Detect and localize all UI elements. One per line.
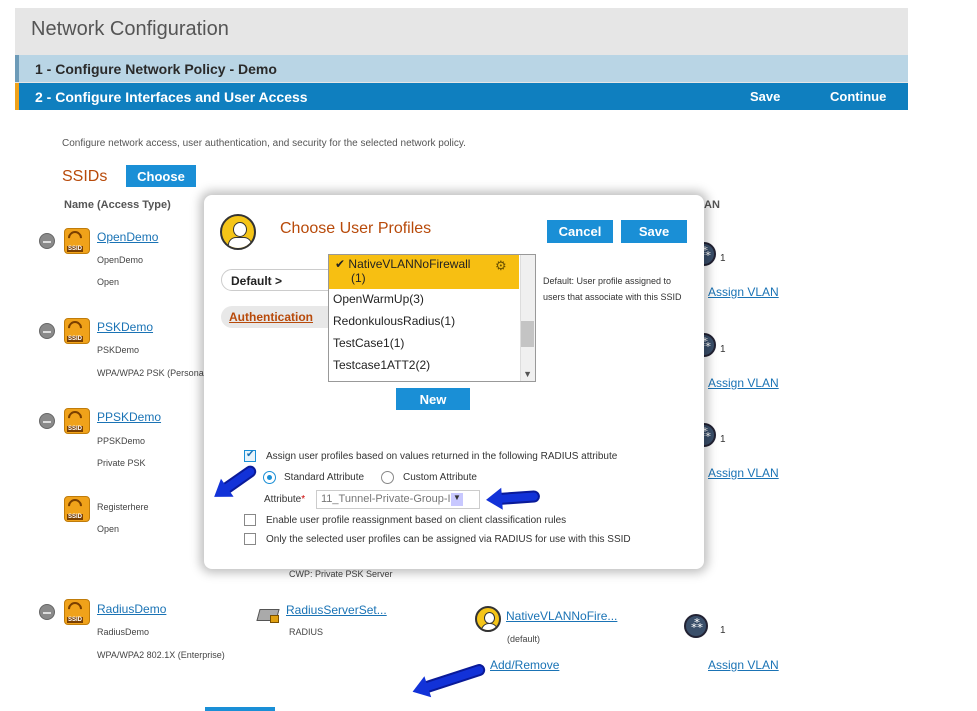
page-title: Network Configuration [31, 18, 229, 40]
save-button[interactable]: Save [621, 220, 687, 243]
standard-attribute-radio[interactable] [263, 471, 276, 484]
user-profile-link[interactable]: NativeVLANNoFire... [506, 609, 617, 623]
assign-vlan-link[interactable]: Assign VLAN [708, 658, 779, 672]
add-remove-link[interactable]: Add/Remove [490, 658, 559, 672]
column-header-name: Name (Access Type) [64, 199, 171, 211]
radius-attribute-checkbox[interactable] [244, 449, 256, 462]
assign-vlan-link[interactable]: Assign VLAN [708, 285, 779, 299]
radius-server-icon [256, 603, 282, 625]
row-select-radiusdemo[interactable] [39, 604, 55, 620]
row-select-ppskdemo[interactable] [39, 413, 55, 429]
step-1-header[interactable]: 1 - Configure Network Policy - Demo [15, 55, 908, 82]
ssid-link-pskdemo[interactable]: PSKDemo [97, 320, 153, 334]
only-selected-label: Only the selected user profiles can be a… [266, 534, 631, 545]
custom-attribute-radio[interactable] [381, 471, 394, 484]
ssid-access-type: Open [97, 277, 120, 287]
ssid-link-opendemo[interactable]: OpenDemo [97, 230, 158, 244]
default-profile-note: Default: User profile assigned to users … [543, 276, 682, 302]
user-profile-list[interactable]: ✔ NativeVLANNoFirewall (1) ⚙ OpenWarmUp(… [328, 254, 536, 382]
user-profile-icon [220, 214, 256, 250]
continue-link[interactable]: Continue [830, 89, 886, 104]
profile-default-label: (default) [507, 634, 541, 644]
chevron-down-icon[interactable]: ▼ [451, 493, 463, 506]
ssid-subname: PPSKDemo [97, 436, 146, 446]
vlan-count: 1 [720, 625, 726, 636]
user-profile-icon [475, 606, 501, 632]
list-item[interactable]: TestCase1(1) [329, 336, 519, 350]
gear-icon[interactable]: ⚙ [495, 258, 507, 274]
ssid-subname: OpenDemo [97, 255, 144, 265]
authentication-tab[interactable]: Authentication [221, 306, 331, 328]
ssid-access-type: Open [97, 524, 120, 534]
ssid-icon: SSID [64, 318, 90, 344]
radius-attribute-label: Assign user profiles based on values ret… [266, 451, 618, 462]
vlan-count: 1 [720, 434, 726, 445]
check-icon: ✔ [335, 257, 346, 271]
list-item[interactable]: Testcase1ATT2(2) [329, 358, 519, 372]
required-marker: * [301, 494, 306, 505]
ssid-icon: SSID [64, 228, 90, 254]
step-2-label: 2 - Configure Interfaces and User Access [35, 89, 308, 105]
row-select-opendemo[interactable] [39, 233, 55, 249]
network-icon [684, 614, 708, 638]
attribute-label: Attribute* [264, 494, 305, 505]
bottom-tab-indicator [205, 707, 275, 711]
list-item[interactable]: RedonkulousRadius(1) [329, 314, 519, 328]
step-2-header: 2 - Configure Interfaces and User Access… [15, 83, 908, 110]
vlan-count: 1 [720, 253, 726, 264]
description: Configure network access, user authentic… [62, 138, 466, 149]
ssid-icon: SSID [64, 599, 90, 625]
standard-attribute-label: Standard Attribute [284, 472, 365, 483]
profile-count: (1) [351, 271, 366, 285]
assign-vlan-link[interactable]: Assign VLAN [708, 466, 779, 480]
custom-attribute-label: Custom Attribute [403, 472, 477, 483]
dialog-title: Choose User Profiles [280, 220, 432, 237]
reassignment-checkbox[interactable] [244, 514, 256, 526]
ssid-link-ppskdemo[interactable]: PPSKDemo [97, 410, 161, 424]
ssid-subname: Registerhere [97, 502, 149, 512]
column-header-vlan: AN [704, 199, 720, 211]
new-button[interactable]: New [396, 388, 470, 410]
choose-user-profiles-dialog: Choose User Profiles Cancel Save Default… [204, 195, 704, 569]
profile-label: NativeVLANNoFirewall [348, 257, 471, 271]
assign-vlan-link[interactable]: Assign VLAN [708, 376, 779, 390]
save-link[interactable]: Save [750, 89, 780, 104]
cancel-button[interactable]: Cancel [547, 220, 613, 243]
ssids-title: SSIDs [62, 168, 108, 185]
ssid-icon: SSID [64, 496, 90, 522]
default-tab[interactable]: Default > [221, 269, 339, 291]
only-selected-checkbox[interactable] [244, 533, 256, 545]
ssid-icon: SSID [64, 408, 90, 434]
ssid-link-radiusdemo[interactable]: RadiusDemo [97, 602, 166, 616]
ssid-access-type: Private PSK [97, 458, 146, 468]
vlan-count: 1 [720, 344, 726, 355]
row-select-pskdemo[interactable] [39, 323, 55, 339]
ssid-access-type: WPA/WPA2 PSK (Persona [97, 368, 204, 378]
step-1-label: 1 - Configure Network Policy - Demo [35, 61, 277, 77]
cwp-label: CWP: Private PSK Server [289, 569, 393, 579]
list-item[interactable]: ✔ NativeVLANNoFirewall (1) ⚙ [329, 255, 519, 289]
radius-label: RADIUS [289, 627, 324, 637]
reassignment-label: Enable user profile reassignment based o… [266, 515, 567, 526]
scrollbar-thumb[interactable] [521, 321, 534, 347]
ssid-subname: PSKDemo [97, 345, 140, 355]
attribute-label-text: Attribute [264, 494, 302, 505]
list-item[interactable]: OpenWarmUp(3) [329, 292, 519, 306]
list-scrollbar[interactable]: ▼ [520, 255, 535, 381]
radius-server-link[interactable]: RadiusServerSet... [286, 603, 387, 617]
ssid-subname: RadiusDemo [97, 627, 150, 637]
choose-button[interactable]: Choose [126, 165, 196, 187]
ssid-access-type: WPA/WPA2 802.1X (Enterprise) [97, 650, 225, 660]
chevron-down-icon[interactable]: ▼ [523, 369, 532, 379]
